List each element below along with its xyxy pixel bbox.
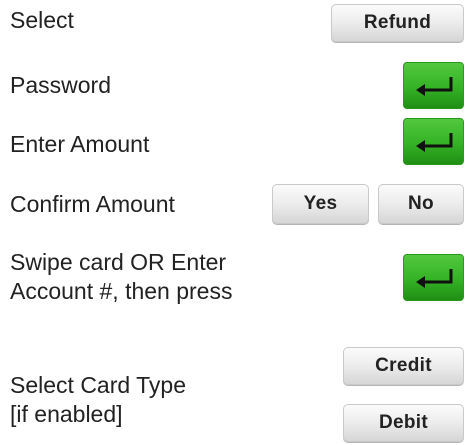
swipe-card-enter-button[interactable] [403, 254, 464, 301]
enter-arrow-icon [415, 268, 452, 288]
enter-arrow-icon [415, 76, 452, 96]
select-label: Select [10, 7, 74, 33]
confirm-amount-label: Confirm Amount [10, 191, 175, 217]
password-enter-button[interactable] [403, 62, 464, 109]
enter-amount-label: Enter Amount [10, 131, 150, 157]
swipe-card-label-line1: Swipe card OR Enter [10, 249, 227, 275]
enter-amount-enter-button[interactable] [403, 118, 464, 165]
password-label: Password [10, 72, 111, 98]
yes-button[interactable]: Yes [272, 184, 369, 224]
credit-button[interactable]: Credit [343, 347, 464, 385]
no-button[interactable]: No [378, 184, 464, 224]
card-type-label-line2: [if enabled] [10, 401, 123, 427]
debit-button[interactable]: Debit [343, 404, 464, 442]
refund-button[interactable]: Refund [331, 4, 464, 42]
enter-arrow-icon [415, 132, 452, 152]
swipe-card-label-line2: Account #, then press [10, 278, 233, 304]
card-type-label-line1: Select Card Type [10, 372, 187, 398]
